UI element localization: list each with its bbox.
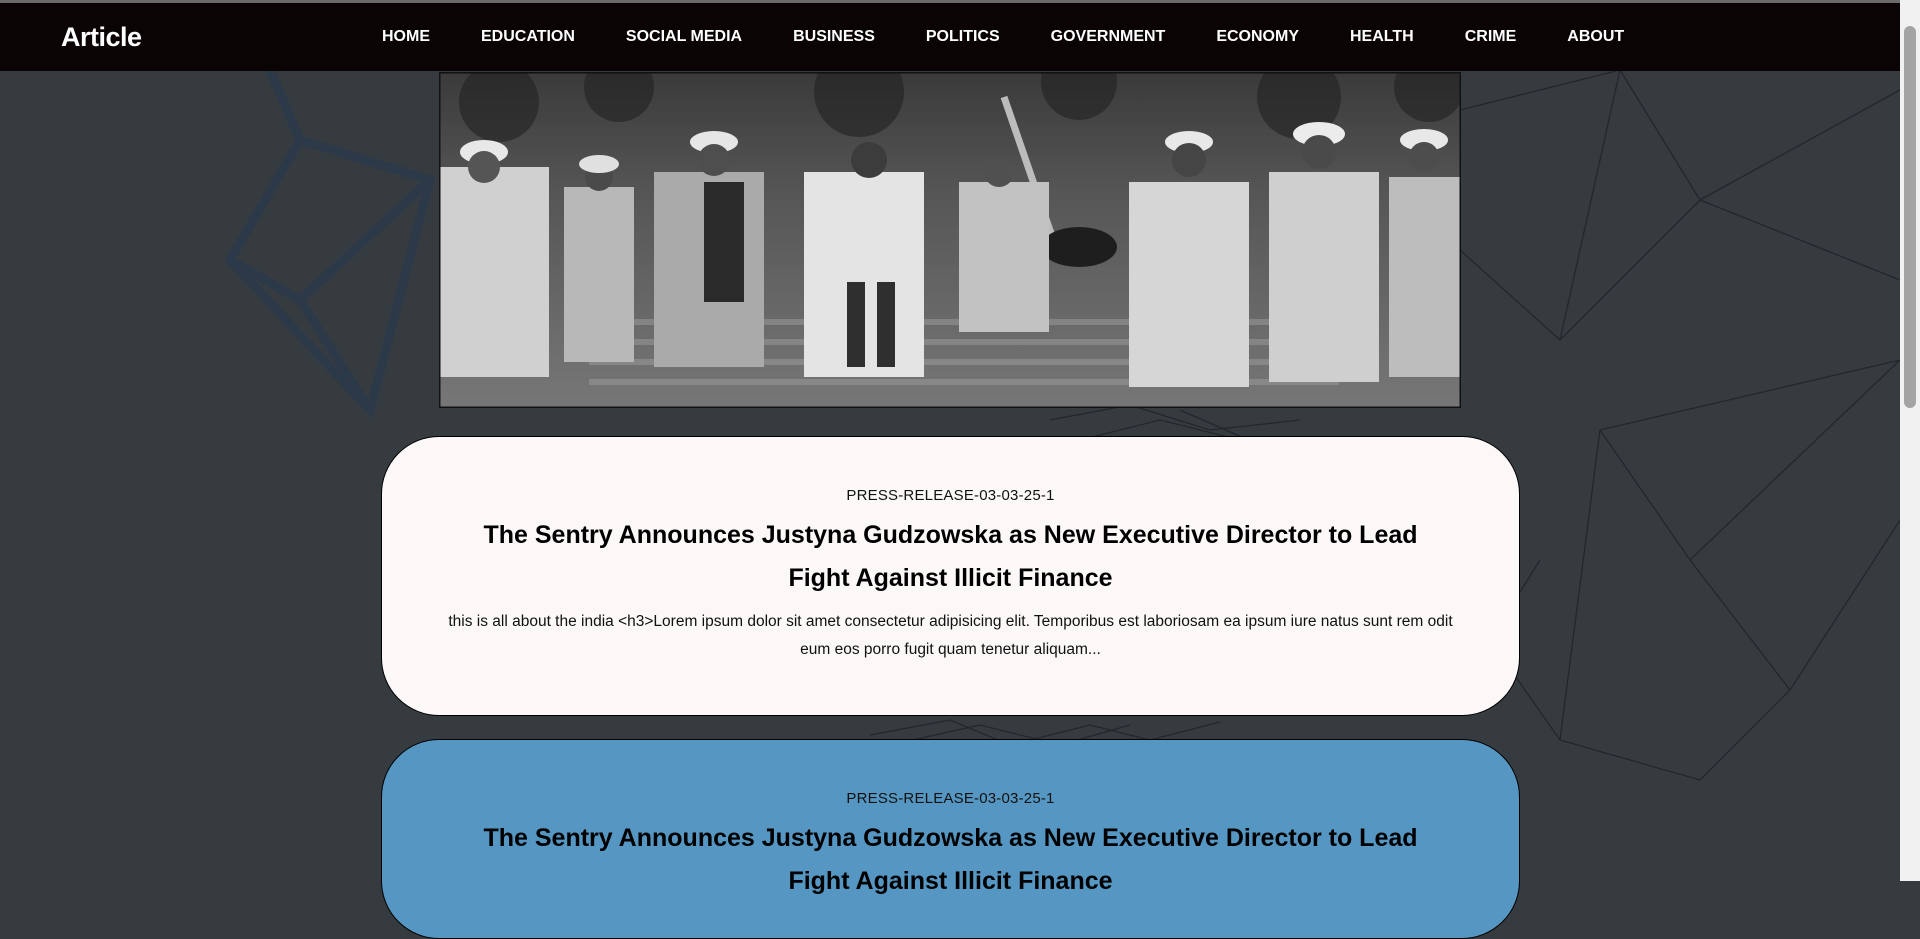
article-title[interactable]: The Sentry Announces Justyna Gudzowska a… [451,514,1451,600]
article-tag: PRESS-RELEASE-03-03-25-1 [846,790,1055,807]
nav-politics[interactable]: POLITICS [926,28,1000,46]
article-card[interactable]: PRESS-RELEASE-03-03-25-1 The Sentry Anno… [381,436,1520,716]
article-excerpt: this is all about the india <h3>Lorem ip… [448,613,1453,658]
nav-social-media[interactable]: SOCIAL MEDIA [626,28,742,46]
page-scrollbar[interactable] [1900,0,1920,881]
article-title[interactable]: The Sentry Announces Justyna Gudzowska a… [451,817,1451,903]
site-logo[interactable]: Article [61,22,142,53]
nav-menu: HOME EDUCATION SOCIAL MEDIA BUSINESS POL… [382,3,1624,71]
nav-health[interactable]: HEALTH [1350,28,1414,46]
nav-about[interactable]: ABOUT [1567,28,1624,46]
hero-image [439,72,1461,408]
nav-home[interactable]: HOME [382,28,430,46]
nav-business[interactable]: BUSINESS [793,28,875,46]
top-navbar: Article HOME EDUCATION SOCIAL MEDIA BUSI… [0,3,1900,71]
nav-education[interactable]: EDUCATION [481,28,575,46]
nav-crime[interactable]: CRIME [1465,28,1517,46]
nav-government[interactable]: GOVERNMENT [1051,28,1166,46]
nav-economy[interactable]: ECONOMY [1216,28,1299,46]
article-card[interactable]: PRESS-RELEASE-03-03-25-1 The Sentry Anno… [381,739,1520,939]
scrollbar-thumb[interactable] [1904,26,1916,408]
article-tag: PRESS-RELEASE-03-03-25-1 [846,487,1055,504]
